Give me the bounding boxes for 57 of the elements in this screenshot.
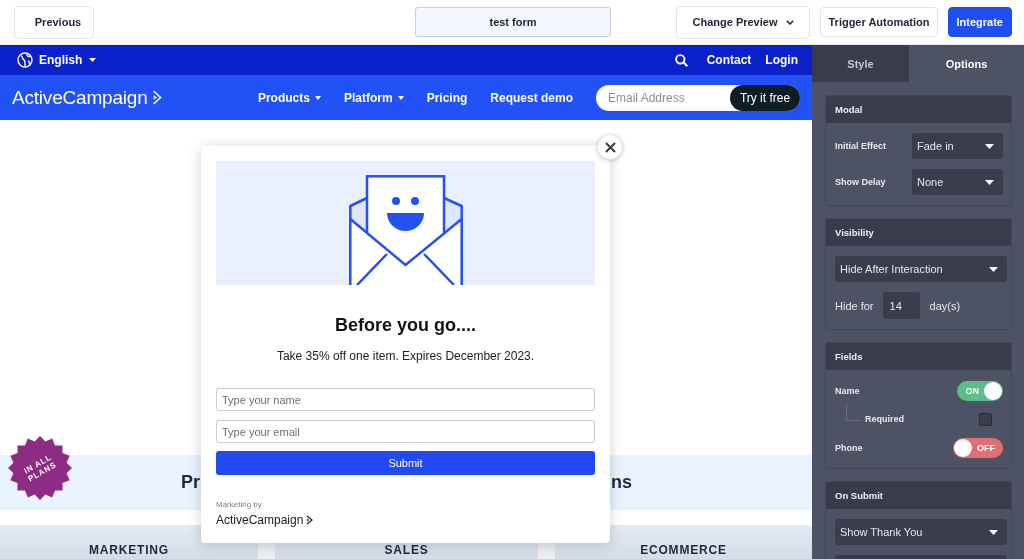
- caret-down-icon: [989, 529, 998, 535]
- form-name-field[interactable]: test form: [415, 7, 611, 37]
- modal-description: Take 35% off one item. Expires December 2023.: [275, 348, 536, 364]
- section-header: On Submit: [826, 482, 1011, 509]
- panel-tab[interactable]: Style: [812, 45, 909, 82]
- nav-link[interactable]: Pricing: [426, 90, 468, 105]
- caret-down-icon: [985, 143, 994, 149]
- field-label: Required: [865, 414, 904, 424]
- search-icon[interactable]: [674, 53, 688, 67]
- caret-down-icon: [985, 179, 994, 185]
- trigger-automation-button[interactable]: Trigger Automation: [820, 7, 938, 37]
- utility-link[interactable]: Contact: [706, 53, 752, 67]
- caret-down-icon: [397, 95, 404, 100]
- text-input-field[interactable]: Type your name: [216, 388, 595, 411]
- logo-wordmark: ActiveCampaign: [216, 513, 304, 527]
- dropdown-field[interactable]: Hide After Interaction: [835, 256, 1007, 282]
- modal-title: Before you go....: [334, 314, 477, 336]
- chevron-right-icon: [151, 90, 162, 105]
- checkbox[interactable]: [979, 412, 992, 426]
- email-field[interactable]: Email Address: [596, 84, 730, 111]
- dropdown-field[interactable]: Show Thank You: [835, 519, 1007, 545]
- field-label: Phone: [835, 442, 863, 453]
- logo-wordmark: ActiveCampaign: [12, 86, 148, 109]
- dropdown-field[interactable]: Fade in: [912, 133, 1003, 159]
- nav-link[interactable]: Platform: [343, 90, 404, 105]
- utility-link[interactable]: Login: [765, 53, 798, 67]
- field-label: Hide for: [835, 299, 874, 312]
- close-icon: [604, 141, 616, 153]
- section-header: Visibility: [826, 219, 1011, 246]
- unit-label: day(s): [929, 299, 961, 312]
- dropdown-field[interactable]: None: [912, 169, 1003, 195]
- change-preview-button[interactable]: Change Preview: [676, 5, 811, 39]
- nav-link[interactable]: Products: [257, 90, 321, 105]
- nav-link[interactable]: Request demo: [490, 90, 573, 105]
- caret-down-icon: [314, 95, 321, 100]
- try-it-free-button[interactable]: Try it free: [730, 84, 800, 111]
- caret-down-icon: [989, 266, 998, 272]
- field-label: Name: [835, 385, 860, 396]
- footer-caption: Marketing by: [216, 500, 262, 510]
- integrate-button[interactable]: Integrate: [947, 7, 1012, 37]
- chevron-down-icon: [786, 19, 795, 25]
- field-label: Show Delay: [835, 177, 887, 187]
- language-selector[interactable]: English: [39, 53, 83, 67]
- heading-fragment: ns: [611, 472, 632, 493]
- close-button[interactable]: [597, 134, 623, 160]
- tree-connector: [846, 404, 861, 421]
- section-header: Fields: [826, 343, 1011, 370]
- heading-fragment: Pr: [181, 472, 200, 493]
- previous-button[interactable]: Previous: [14, 5, 94, 39]
- field-label: Initial Effect: [835, 141, 887, 151]
- chevron-right-icon: [306, 515, 314, 525]
- text-input-field[interactable]: Type your email: [216, 420, 595, 443]
- submit-button[interactable]: Submit: [216, 451, 595, 475]
- globe-icon: [17, 52, 33, 68]
- caret-down-icon: [89, 58, 97, 62]
- number-field[interactable]: 14: [882, 292, 920, 319]
- section-header: Modal: [826, 96, 1011, 123]
